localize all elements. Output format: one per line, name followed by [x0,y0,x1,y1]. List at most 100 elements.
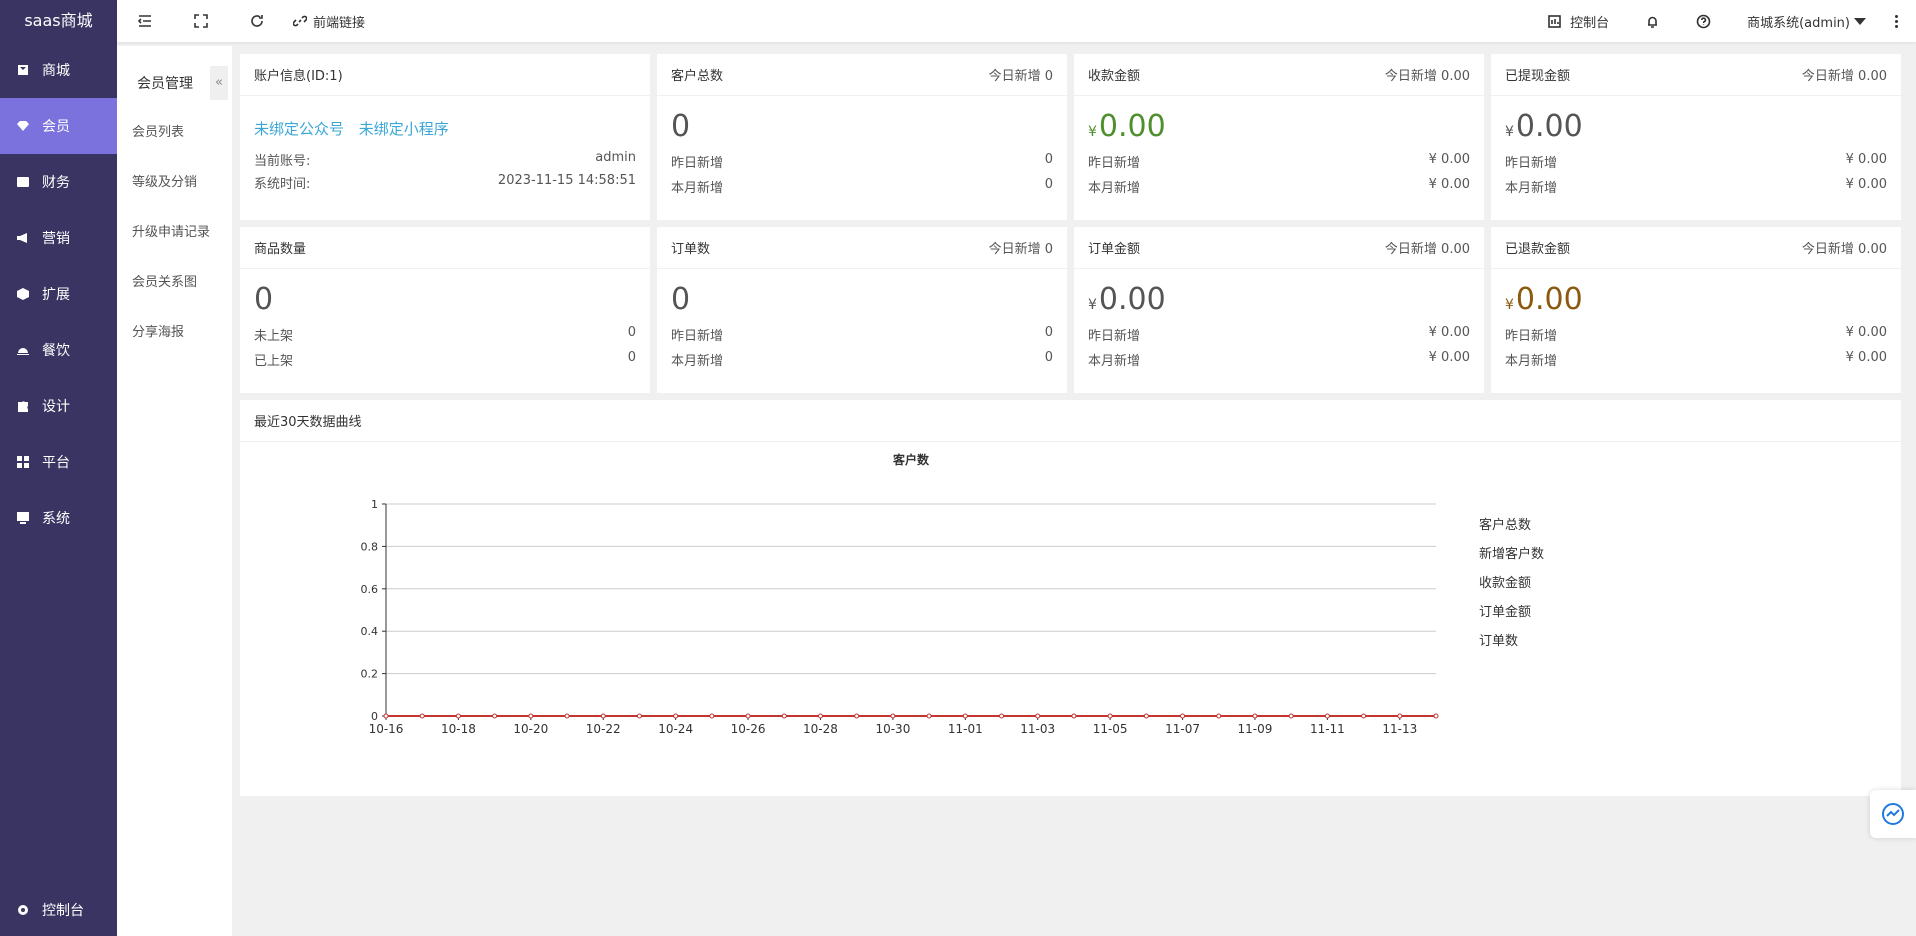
floating-assistant-button[interactable] [1870,790,1916,838]
customers-card: 客户总数 今日新增 0 0 昨日新增 0 本月新增 0 [657,54,1067,220]
listed-label: 已上架 [254,354,294,369]
more-menu-button[interactable] [1884,14,1908,28]
bind-mini-program-link[interactable]: 未绑定小程序 [359,120,449,138]
card-title: 订单金额 [1088,242,1141,257]
x-tick-label: 10-26 [731,722,766,736]
bind-official-account-link[interactable]: 未绑定公众号 [254,120,344,138]
help-button[interactable] [1678,14,1729,29]
sidebar-item-extend[interactable]: 扩展 [0,266,117,322]
card-amount: ¥0.00 [1088,112,1470,146]
card-amount: ¥0.00 [1505,112,1887,146]
chart-title: 客户数 [892,452,930,467]
month-label: 本月新增 [1088,181,1141,196]
subnav-item-member-list[interactable]: 会员列表 [117,108,232,158]
notification-button[interactable] [1627,14,1678,29]
console-button[interactable]: 控制台 [1529,12,1627,31]
dashboard-icon [1548,14,1561,28]
x-tick-label: 11-13 [1382,722,1417,736]
yesterday-label: 昨日新增 [671,156,724,171]
frontend-link-button[interactable]: 前端链接 [293,12,365,31]
subnav-item-relationship[interactable]: 会员关系图 [117,258,232,308]
month-label: 本月新增 [1505,354,1558,369]
cube-icon [16,287,30,301]
withdrawn-card: 已提现金额 今日新增 0.00 ¥0.00 昨日新增 ¥ 0.00 本月新增 ¥ 0.… [1491,54,1901,220]
collapse-subnav-button[interactable]: « [210,66,228,100]
subnav-item-upgrade-requests[interactable]: 升级申请记录 [117,208,232,258]
x-tick-label: 11-09 [1238,722,1273,736]
data-point [1324,713,1330,719]
refresh-button[interactable] [229,0,285,42]
currency-symbol: ¥ [1505,297,1514,313]
account-label: 当前账号: [254,154,311,169]
puzzle-icon [16,399,30,413]
card-title: 已退款金额 [1505,242,1571,257]
sidebar-item-dining[interactable]: 餐饮 [0,322,117,378]
x-tick-label: 11-01 [948,722,983,736]
yesterday-label: 昨日新增 [1505,329,1558,344]
yesterday-value: ¥ 0.00 [1845,325,1887,340]
yesterday-value: 0 [1044,152,1053,167]
sidebar-item-system[interactable]: 系统 [0,490,117,546]
toggle-sidebar-button[interactable] [117,0,173,42]
month-value: ¥ 0.00 [1428,350,1470,365]
yesterday-value: ¥ 0.00 [1428,152,1470,167]
today-increase: 今日新增 0 [988,69,1053,84]
y-tick-label: 0.2 [361,668,379,681]
stat-cards: 账户信息(ID:1) 未绑定公众号 未绑定小程序 当前账号: admin 系统时间… [240,54,1902,393]
fullscreen-button[interactable] [173,0,229,42]
card-amount: ¥0.00 [1088,285,1470,319]
data-point [1143,713,1149,719]
expand-icon [194,14,208,28]
data-point [673,713,679,719]
data-point [492,713,498,719]
order-amount-card: 订单金额 今日新增 0.00 ¥0.00 昨日新增 ¥ 0.00 本月新增 ¥ 0.0… [1074,227,1484,393]
currency-symbol: ¥ [1505,124,1514,140]
data-point [890,713,896,719]
x-tick-label: 10-18 [441,722,476,736]
finance-icon [16,175,30,189]
main-content: 账户信息(ID:1) 未绑定公众号 未绑定小程序 当前账号: admin 系统时间… [240,54,1902,796]
console-button-label: 控制台 [1570,15,1610,31]
x-tick-label: 11-07 [1165,722,1200,736]
account-card: 账户信息(ID:1) 未绑定公众号 未绑定小程序 当前账号: admin 系统时间… [240,54,650,220]
month-value: ¥ 0.00 [1845,177,1887,192]
user-menu[interactable]: 商城系统(admin) [1729,12,1884,31]
today-increase: 今日新增 0.00 [1384,242,1470,257]
data-point [926,713,932,719]
card-value: 0 [254,282,274,317]
legend-item: 订单数 [1479,634,1518,649]
card-value: 0.00 [1515,282,1583,317]
month-label: 本月新增 [1505,181,1558,196]
data-point [999,713,1005,719]
x-tick-label: 10-28 [803,722,838,736]
month-value: 0 [1044,350,1053,365]
sidebar-item-platform[interactable]: 平台 [0,434,117,490]
yesterday-label: 昨日新增 [1505,156,1558,171]
caret-down-icon [1854,17,1866,25]
card-value: 0.00 [1515,109,1583,144]
sidebar-item-marketing[interactable]: 营销 [0,210,117,266]
listed-value: 0 [627,350,636,365]
legend-item: 客户总数 [1479,517,1531,533]
assistant-icon [1882,803,1904,825]
subnav-item-share-poster[interactable]: 分享海报 [117,308,232,358]
sidebar-item-design[interactable]: 设计 [0,378,117,434]
subnav-item-levels[interactable]: 等级及分销 [117,158,232,208]
more-vertical-icon [1894,14,1898,18]
yesterday-value: 0 [1044,325,1053,340]
sidebar-item-member[interactable]: 会员 [0,98,117,154]
sidebar-console-link[interactable]: 控制台 [0,900,117,920]
card-title: 收款金额 [1088,69,1141,84]
monitor-icon [16,511,30,525]
card-value: 0 [671,109,691,144]
brand-logo[interactable]: saas商城 [0,0,117,42]
refresh-icon [251,15,263,27]
orders-card: 订单数 今日新增 0 0 昨日新增 0 本月新增 0 [657,227,1067,393]
month-label: 本月新增 [671,354,724,369]
sidebar-item-finance[interactable]: 财务 [0,154,117,210]
sidebar-item-shop[interactable]: 商城 [0,42,117,98]
card-title: 账户信息(ID:1) [254,69,343,84]
y-tick-label: 0.4 [361,625,379,638]
unlisted-value: 0 [627,325,636,340]
today-increase: 今日新增 0 [988,242,1053,257]
